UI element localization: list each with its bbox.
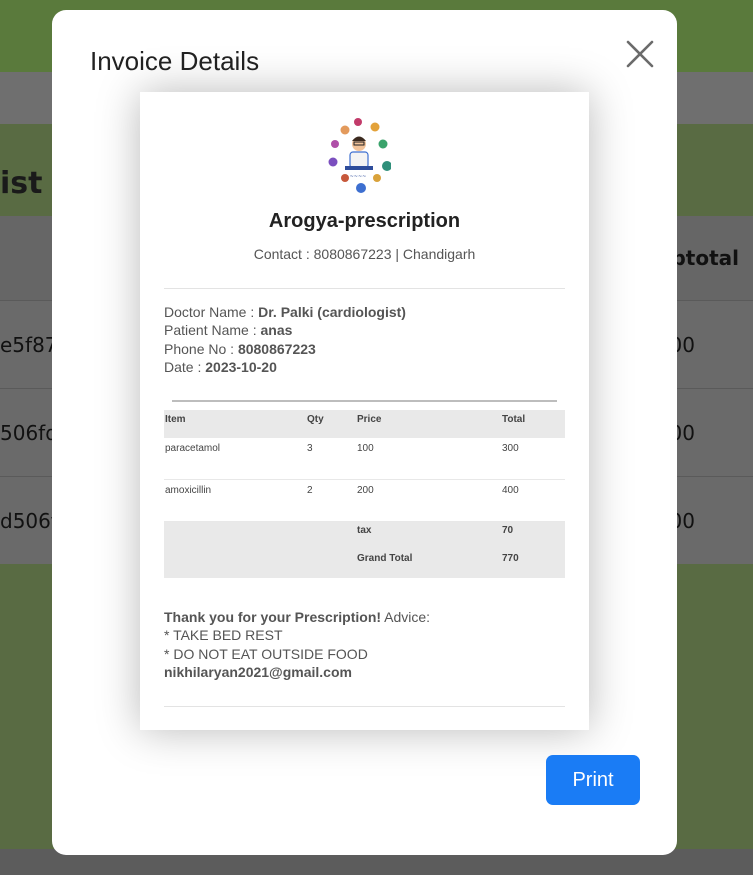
close-button[interactable] — [624, 38, 656, 70]
svg-text:~~~~: ~~~~ — [350, 174, 367, 180]
advice-label: Advice: — [381, 609, 431, 625]
item-name: paracetamol — [165, 443, 221, 454]
items-table: Item Qty Price Total paracetamol 3 100 3… — [164, 410, 565, 578]
invoice-modal: Invoice Details ~~~~ Arogya-prescription… — [52, 10, 677, 855]
table-row: paracetamol 3 100 300 — [164, 438, 565, 480]
patient-value: anas — [260, 322, 293, 339]
grand-total-value: 770 — [502, 553, 519, 564]
item-total: 300 — [502, 443, 519, 454]
totals-section: tax 70 Grand Total 770 — [164, 522, 565, 578]
advice-section: Thank you for your Prescription! Advice:… — [164, 608, 430, 682]
contact-email: nikhilaryan2021@gmail.com — [164, 664, 352, 681]
divider — [164, 706, 565, 707]
item-price: 200 — [357, 485, 374, 496]
doctor-line: Doctor Name : Dr. Palki (cardiologist) — [164, 303, 406, 321]
column-price: Price — [357, 414, 382, 425]
phone-line: Phone No : 8080867223 — [164, 340, 406, 358]
patient-line: Patient Name : anas — [164, 321, 406, 339]
item-total: 400 — [502, 485, 519, 496]
tax-label: tax — [357, 525, 372, 536]
print-button[interactable]: Print — [546, 755, 640, 805]
phone-label: Phone No : — [164, 340, 238, 357]
patient-label: Patient Name : — [164, 322, 261, 339]
thanks-line: Thank you for your Prescription! Advice: — [164, 608, 430, 626]
column-total: Total — [502, 414, 526, 425]
items-table-header: Item Qty Price Total — [164, 410, 565, 438]
doctor-network-logo-icon: ~~~~ — [328, 118, 391, 193]
contact-info: Contact : 8080867223 | Chandigarh — [253, 246, 476, 262]
invoice-card: ~~~~ Arogya-prescription Contact : 80808… — [140, 92, 589, 730]
advice-item: * DO NOT EAT OUTSIDE FOOD — [164, 645, 368, 662]
close-icon — [626, 40, 654, 68]
advice-item: * TAKE BED REST — [164, 627, 283, 644]
column-qty: Qty — [307, 414, 324, 425]
brand-name: Arogya-prescription — [268, 210, 461, 232]
date-label: Date : — [164, 359, 206, 376]
modal-title: Invoice Details — [90, 46, 260, 76]
thanks-text: Thank you for your Prescription! — [164, 609, 382, 625]
item-qty: 2 — [307, 485, 313, 496]
date-line: Date : 2023-10-20 — [164, 358, 406, 376]
date-value: 2023-10-20 — [205, 359, 277, 376]
patient-details: Doctor Name : Dr. Palki (cardiologist) P… — [164, 303, 406, 377]
item-price: 100 — [357, 443, 374, 454]
phone-value: 8080867223 — [237, 340, 316, 357]
table-rule — [172, 400, 557, 402]
doctor-label: Doctor Name : — [164, 304, 259, 320]
grand-total-label: Grand Total — [357, 553, 413, 564]
item-qty: 3 — [307, 443, 313, 454]
table-row: amoxicillin 2 200 400 — [164, 480, 565, 522]
item-name: amoxicillin — [165, 485, 212, 496]
tax-value: 70 — [502, 525, 514, 536]
divider — [164, 288, 565, 289]
doctor-value: Dr. Palki (cardiologist) — [258, 304, 406, 320]
column-item: Item — [165, 414, 186, 425]
